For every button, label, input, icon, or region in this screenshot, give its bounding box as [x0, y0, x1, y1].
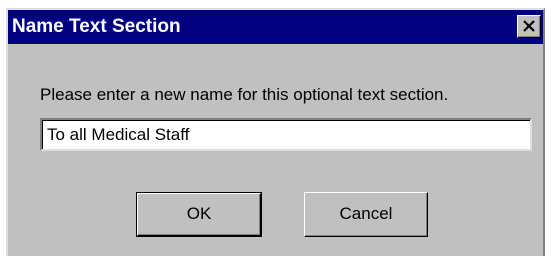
dialog-title: Name Text Section — [12, 16, 181, 37]
title-bar[interactable]: Name Text Section — [8, 10, 543, 44]
cancel-button-label: Cancel — [339, 204, 393, 223]
close-button[interactable] — [517, 15, 541, 38]
ok-button[interactable]: OK — [136, 192, 262, 237]
name-text-section-dialog: Name Text Section Please enter a new nam… — [6, 8, 545, 256]
prompt-text: Please enter a new name for this optiona… — [40, 85, 449, 104]
close-icon — [523, 20, 535, 32]
cancel-button[interactable]: Cancel — [304, 192, 428, 237]
section-name-input[interactable] — [40, 118, 532, 151]
ok-button-label: OK — [186, 204, 212, 223]
